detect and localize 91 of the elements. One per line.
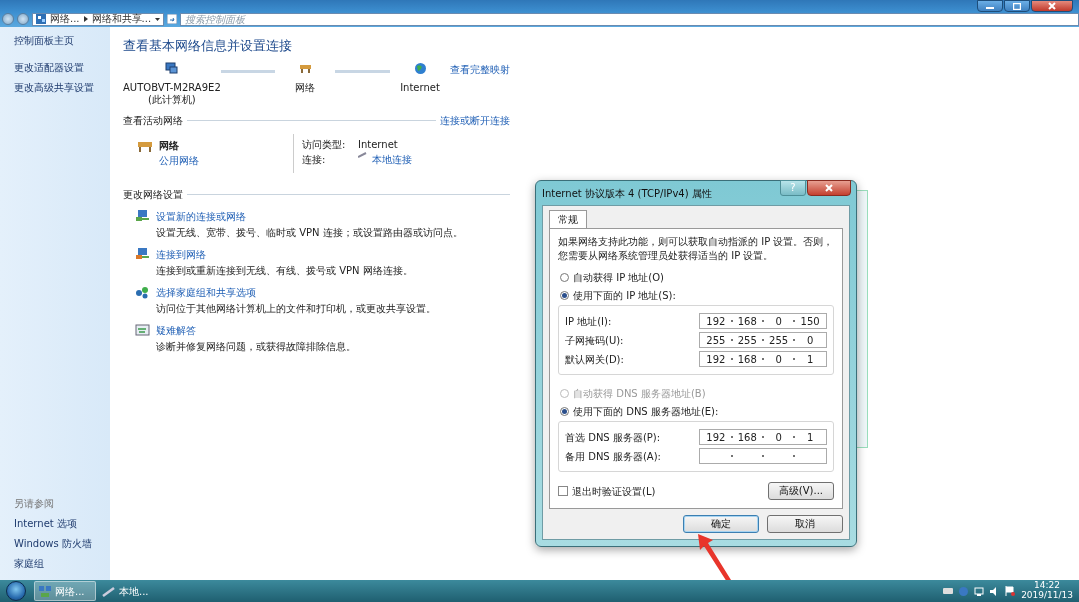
cancel-button[interactable]: 取消	[767, 515, 843, 533]
field-label: 首选 DNS 服务器(P):	[565, 430, 661, 445]
radio-label: 使用下面的 IP 地址(S):	[573, 289, 676, 303]
sidebar-link[interactable]: 控制面板主页	[14, 33, 110, 48]
search-field[interactable]: 搜索控制面板	[180, 12, 1079, 26]
globe-icon	[413, 61, 427, 74]
detail-label: 访问类型:	[302, 137, 347, 152]
close-button[interactable]	[1031, 0, 1073, 12]
field-label: IP 地址(I):	[565, 314, 612, 329]
detail-label: 连接:	[302, 152, 327, 167]
homegroup-icon	[135, 284, 150, 299]
task-description: 访问位于其他网络计算机上的文件和打印机，或更改共享设置。	[156, 301, 436, 316]
network-name: 网络	[159, 138, 180, 153]
field-label: 默认网关(D):	[565, 352, 624, 367]
minimize-button[interactable]	[977, 0, 1003, 12]
checkbox-label: 退出时验证设置(L)	[572, 484, 656, 499]
radio-button[interactable]	[560, 407, 569, 416]
task-link[interactable]: 设置新的连接或网络	[156, 210, 246, 222]
keyboard-icon[interactable]	[943, 588, 954, 594]
clock-date: 2019/11/13	[1021, 591, 1073, 601]
close-button[interactable]	[807, 180, 851, 196]
node-sublabel: (此计算机)	[147, 94, 196, 107]
section-heading: 更改网络设置	[123, 187, 183, 202]
network-icon	[38, 584, 52, 598]
sidebar-link[interactable]: Internet 选项	[14, 516, 110, 531]
task-link[interactable]: 连接到网络	[156, 248, 206, 260]
network-tray-icon[interactable]	[974, 586, 985, 596]
connection-link[interactable]: 本地连接	[372, 151, 412, 167]
troubleshoot-icon	[135, 322, 150, 337]
network-connect-icon	[135, 246, 150, 261]
ok-button[interactable]: 确定	[683, 515, 759, 533]
dialog-title: Internet 协议版本 4 (TCP/IPv4) 属性	[542, 186, 712, 201]
clock-time: 14:22	[1033, 581, 1062, 591]
sidebar-link[interactable]: 更改高级共享设置	[14, 80, 110, 95]
ip-address-field[interactable]: 192 168 0 1	[699, 351, 827, 367]
computer-icon	[165, 61, 179, 74]
connector-line	[335, 69, 390, 73]
ip-address-field[interactable]	[699, 448, 827, 464]
sidebar-link[interactable]: 更改适配器设置	[14, 60, 110, 75]
close-icon	[1048, 2, 1056, 10]
radio-label: 使用下面的 DNS 服务器地址(E):	[573, 405, 719, 419]
clock[interactable]: 14:22 2019/11/13	[1021, 581, 1073, 601]
sidebar-link[interactable]: Windows 防火墙	[14, 536, 110, 551]
tab[interactable]: 常规	[549, 210, 587, 228]
taskbar-button[interactable]: 本地...	[98, 581, 160, 601]
task-description: 诊断并修复网络问题，或获得故障排除信息。	[156, 339, 356, 354]
task-link[interactable]: 疑难解答	[156, 324, 196, 336]
refresh-icon[interactable]	[167, 14, 178, 24]
node-label: AUTOBVT-M2RA9E2	[123, 81, 221, 94]
ip-address-field[interactable]: 255 255 255 0	[699, 332, 827, 348]
checkbox[interactable]	[558, 486, 568, 496]
flag-icon[interactable]	[1005, 586, 1016, 596]
section-heading: 查看活动网络	[123, 113, 183, 128]
ip-address-field[interactable]: 192 168 0 1	[699, 429, 827, 445]
network-setup-icon	[135, 208, 150, 223]
chevron-icon	[83, 16, 88, 22]
maximize-button[interactable]	[1004, 0, 1030, 12]
node-label: Internet	[400, 81, 440, 94]
network-type-link[interactable]: 公用网络	[159, 154, 199, 166]
radio-button[interactable]	[560, 291, 569, 300]
address-bar[interactable]: 网络... 网络和共享...	[32, 12, 165, 26]
sidebar-link[interactable]: 家庭组	[14, 556, 110, 571]
radio-button[interactable]	[560, 273, 569, 282]
breadcrumb-item[interactable]: 网络...	[50, 14, 80, 24]
ip-address-field[interactable]: 192 168 0 150	[699, 313, 827, 329]
task-description: 连接到或重新连接到无线、有线、拨号或 VPN 网络连接。	[156, 263, 413, 278]
cable-icon	[358, 151, 368, 158]
dropdown-icon[interactable]	[155, 17, 161, 21]
radio-label: 自动获得 IP 地址(O)	[573, 271, 664, 285]
forward-button[interactable]	[17, 13, 29, 25]
connect-link[interactable]: 连接或断开连接	[440, 112, 510, 128]
intro-text: 如果网络支持此功能，则可以获取自动指派的 IP 设置。否则，您需要从网络系统管理员处获得适当的 IP 设置。	[558, 235, 834, 262]
breadcrumb-item[interactable]: 网络和共享...	[91, 14, 152, 24]
connector-line	[220, 69, 276, 73]
task-link[interactable]: 选择家庭组和共享选项	[156, 286, 256, 298]
field-label: 子网掩码(U):	[565, 333, 624, 348]
advanced-button[interactable]: 高级(V)...	[767, 482, 834, 500]
radio-label: 自动获得 DNS 服务器地址(B)	[573, 387, 706, 401]
page-title: 查看基本网络信息并设置连接	[123, 37, 293, 55]
task-description: 设置无线、宽带、拨号、临时或 VPN 连接；或设置路由器或访问点。	[156, 225, 463, 240]
control-panel-icon	[36, 14, 46, 24]
close-icon	[825, 184, 833, 192]
cable-icon	[102, 584, 116, 598]
map-link[interactable]: 查看完整映射	[450, 61, 510, 77]
maximize-icon	[1013, 2, 1021, 10]
back-button[interactable]	[2, 13, 14, 25]
node-label: 网络	[295, 81, 316, 94]
detail-value: Internet	[358, 137, 398, 152]
field-label: 备用 DNS 服务器(A):	[565, 449, 661, 464]
start-button[interactable]	[6, 581, 26, 601]
section-heading: 另请参阅	[14, 497, 55, 511]
